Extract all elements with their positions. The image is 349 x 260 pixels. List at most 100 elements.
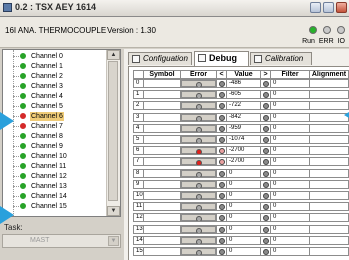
error-indicator — [181, 203, 216, 211]
channel-label: Channel 1 — [31, 63, 63, 70]
symbol-cell[interactable] — [143, 79, 181, 88]
channel-item-14[interactable]: Channel 14 — [3, 192, 107, 201]
filter-cell[interactable]: 0 — [270, 123, 310, 133]
channel-label: Channel 4 — [31, 93, 63, 100]
error-cell — [180, 146, 217, 156]
filter-cell[interactable]: 0 — [270, 168, 310, 178]
scroll-up-icon[interactable]: ▲ — [107, 50, 120, 60]
channel-item-7[interactable]: Channel 7 — [3, 122, 107, 131]
symbol-cell[interactable] — [143, 247, 181, 256]
symbol-cell[interactable] — [143, 123, 181, 133]
alignment-cell[interactable] — [309, 179, 349, 189]
channel-item-6[interactable]: Channel 6 — [3, 112, 107, 121]
filter-cell[interactable]: 0 — [270, 135, 310, 144]
overrange-led-icon — [262, 193, 269, 199]
filter-cell[interactable]: 0 — [270, 202, 310, 212]
symbol-cell[interactable] — [143, 179, 181, 189]
alignment-cell[interactable] — [309, 235, 349, 245]
filter-cell[interactable]: 0 — [270, 79, 310, 88]
channel-item-11[interactable]: Channel 11 — [3, 162, 107, 171]
module-name: 16I ANA. THERMOCOUPLE — [5, 26, 107, 35]
alignment-cell[interactable] — [309, 191, 349, 200]
tree-hook — [13, 56, 19, 57]
filter-cell[interactable]: 0 — [270, 101, 310, 111]
value-text: -1074 — [229, 136, 245, 142]
channel-item-10[interactable]: Channel 10 — [3, 152, 107, 161]
error-indicator — [181, 180, 216, 188]
channel-item-2[interactable]: Channel 2 — [3, 72, 107, 81]
alignment-cell[interactable] — [309, 202, 349, 212]
channel-item-0[interactable]: Channel 0 — [3, 52, 107, 61]
channel-item-15[interactable]: Channel 15 — [3, 202, 107, 211]
alignment-cell[interactable] — [309, 90, 349, 100]
value-text: 0 — [229, 203, 233, 210]
callout-arrow-task — [0, 206, 14, 224]
alignment-cell[interactable] — [309, 123, 349, 133]
alignment-cell[interactable] — [309, 112, 349, 122]
alignment-cell[interactable] — [309, 157, 349, 167]
symbol-cell[interactable] — [143, 202, 181, 212]
error-led-icon — [195, 194, 202, 199]
alignment-cell[interactable] — [309, 213, 349, 223]
channel-tree: Channel 0 Channel 1 Channel 2 Channel 3 Chan… — [3, 50, 107, 216]
value-cell: 0 — [226, 247, 261, 256]
scroll-thumb[interactable] — [108, 61, 118, 201]
filter-cell[interactable]: 0 — [270, 90, 310, 100]
channel-item-4[interactable]: Channel 4 — [3, 92, 107, 101]
tab-debug[interactable]: Debug — [194, 51, 249, 66]
filter-cell[interactable]: 0 — [270, 235, 310, 245]
channel-item-8[interactable]: Channel 8 — [3, 132, 107, 141]
symbol-cell[interactable] — [143, 157, 181, 167]
chevron-down-icon[interactable]: ▼ — [108, 236, 119, 246]
filter-cell[interactable]: 0 — [270, 247, 310, 256]
symbol-cell[interactable] — [143, 135, 181, 144]
title-bar[interactable]: 0.2 : TSX AEY 1614 — [0, 0, 349, 17]
column-header: Value — [226, 70, 261, 79]
symbol-cell[interactable] — [143, 146, 181, 156]
filter-cell[interactable]: 0 — [270, 112, 310, 122]
symbol-cell[interactable] — [143, 235, 181, 245]
tab-configuation[interactable]: Configuation — [128, 52, 192, 65]
channel-list-scrollbar[interactable]: ▲ ▼ — [106, 50, 120, 216]
channel-item-5[interactable]: Channel 5 — [3, 102, 107, 111]
filter-cell[interactable]: 0 — [270, 179, 310, 189]
error-led-icon — [195, 104, 202, 110]
value-text: -842 — [229, 113, 242, 120]
symbol-cell[interactable] — [143, 168, 181, 178]
filter-cell[interactable]: 0 — [270, 224, 310, 234]
tree-hook — [13, 106, 19, 107]
filter-cell[interactable]: 0 — [270, 146, 310, 156]
filter-cell[interactable]: 0 — [270, 191, 310, 200]
error-cell — [180, 123, 217, 133]
minimize-button[interactable] — [310, 2, 321, 13]
error-indicator — [181, 136, 216, 143]
task-select[interactable]: MAST ▼ — [2, 234, 121, 248]
channel-item-1[interactable]: Channel 1 — [3, 62, 107, 71]
channel-item-12[interactable]: Channel 12 — [3, 172, 107, 181]
alignment-cell[interactable] — [309, 247, 349, 256]
alignment-cell[interactable] — [309, 135, 349, 144]
module-header: 16I ANA. THERMOCOUPLE Version : 1.30 Run… — [0, 17, 349, 48]
filter-cell[interactable]: 0 — [270, 157, 310, 167]
tab-calibration[interactable]: Calibration — [250, 52, 312, 65]
filter-cell[interactable]: 0 — [270, 213, 310, 223]
symbol-cell[interactable] — [143, 112, 181, 122]
symbol-cell[interactable] — [143, 191, 181, 200]
channel-item-9[interactable]: Channel 9 — [3, 142, 107, 151]
channel-item-13[interactable]: Channel 13 — [3, 182, 107, 191]
maximize-button[interactable] — [323, 2, 334, 13]
alignment-cell[interactable] — [309, 146, 349, 156]
scroll-down-icon[interactable]: ▼ — [107, 206, 120, 216]
value-text: 0 — [229, 236, 233, 243]
symbol-cell[interactable] — [143, 101, 181, 111]
alignment-cell[interactable] — [309, 79, 349, 88]
alignment-cell[interactable] — [309, 224, 349, 234]
close-button[interactable] — [336, 2, 347, 13]
symbol-cell[interactable] — [143, 213, 181, 223]
symbol-cell[interactable] — [143, 224, 181, 234]
symbol-cell[interactable] — [143, 90, 181, 100]
channel-item-3[interactable]: Channel 3 — [3, 82, 107, 91]
alignment-cell[interactable] — [309, 168, 349, 178]
alignment-cell[interactable] — [309, 101, 349, 111]
row-number-text: 1 — [136, 91, 140, 98]
